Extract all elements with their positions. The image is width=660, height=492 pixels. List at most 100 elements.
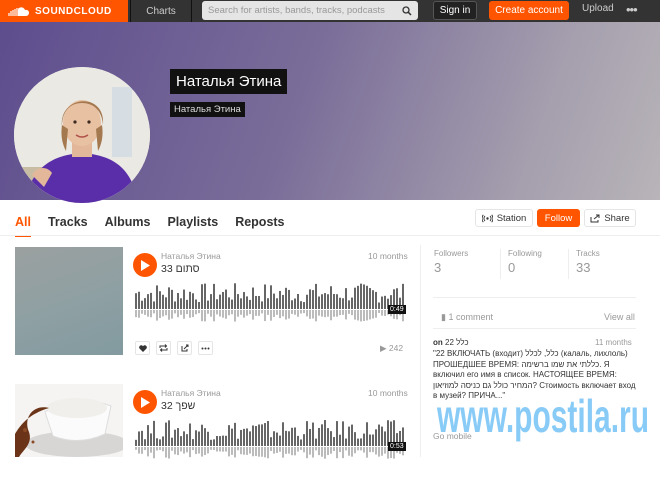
waveform-bar [201, 424, 203, 446]
stat-tracks[interactable]: Tracks 33 [576, 249, 600, 275]
share-button[interactable]: Share [584, 209, 636, 227]
waveform-reflection [357, 310, 359, 321]
logo-text: SOUNDCLOUD [35, 5, 112, 17]
waveform-reflection [336, 310, 338, 317]
waveform-bar [156, 438, 158, 446]
tab-albums[interactable]: Albums [105, 215, 151, 237]
waveform[interactable] [135, 420, 407, 460]
waveform-reflection [300, 310, 302, 314]
waveform-bar [198, 301, 200, 309]
view-all-link[interactable]: View all [604, 312, 635, 322]
waveform-reflection [345, 447, 347, 451]
waveform-bar [231, 299, 233, 309]
waveform-bar [186, 299, 188, 309]
more-track-button[interactable] [198, 341, 213, 355]
waveform-bar [249, 431, 251, 446]
waveform-bar [363, 433, 365, 446]
track-user[interactable]: Наталья Этина [161, 251, 221, 261]
waveform-bar [171, 437, 173, 446]
waveform-reflection [246, 310, 248, 316]
play-button[interactable] [133, 390, 157, 414]
search-icon[interactable] [402, 5, 412, 16]
avatar[interactable] [14, 67, 150, 203]
waveform-reflection [381, 447, 383, 456]
waveform-bar [162, 436, 164, 446]
waveform-bar [255, 295, 257, 309]
track-title[interactable]: 32 שפך [161, 400, 195, 412]
create-account-button[interactable]: Create account [489, 1, 569, 20]
tab-reposts[interactable]: Reposts [235, 215, 284, 237]
waveform-bar [321, 424, 323, 446]
follow-button[interactable]: Follow [537, 209, 580, 227]
search-input[interactable]: Search for artists, bands, tracks, podca… [202, 1, 418, 20]
waveform-reflection [354, 447, 356, 454]
waveform-bar [174, 429, 176, 446]
waveform-reflection [363, 447, 365, 453]
waveform-reflection [366, 310, 368, 321]
waveform-reflection [237, 310, 239, 317]
waveform-bar [285, 287, 287, 309]
waveform-bar [210, 439, 212, 446]
waveform-reflection [276, 447, 278, 454]
waveform-reflection [138, 447, 140, 454]
station-button[interactable]: Station [475, 209, 533, 227]
track-artwork[interactable] [15, 384, 129, 492]
stat-following[interactable]: Following 0 [508, 249, 542, 275]
waveform-reflection [279, 447, 281, 452]
waveform-reflection [174, 310, 176, 314]
waveform-bar [306, 294, 308, 309]
signin-button[interactable]: Sign in [433, 1, 477, 20]
waveform-bar [369, 434, 371, 446]
repost-button[interactable] [156, 341, 171, 355]
waveform-reflection [171, 310, 173, 319]
cloud-icon [8, 6, 30, 16]
more-menu-icon[interactable]: ••• [626, 2, 638, 17]
waveform-reflection [228, 447, 230, 457]
waveform-bar [195, 430, 197, 446]
waveform-reflection [225, 447, 227, 452]
track-artwork[interactable] [15, 247, 123, 355]
waveform-reflection [243, 447, 245, 455]
waveform-bar [144, 439, 146, 446]
heart-icon [138, 344, 147, 352]
waveform-reflection [282, 447, 284, 458]
waveform-reflection [276, 310, 278, 315]
waveform-reflection [159, 447, 161, 450]
like-button[interactable] [135, 341, 150, 355]
waveform-bar [141, 300, 143, 309]
waveform-reflection [243, 310, 245, 318]
soundcloud-logo[interactable]: SOUNDCLOUD [0, 0, 128, 22]
track-title[interactable]: 33 סתום [161, 263, 200, 275]
waveform-reflection [252, 447, 254, 457]
waveform-bar [303, 302, 305, 309]
waveform-bar [243, 292, 245, 309]
waveform-bar [354, 287, 356, 309]
upload-link[interactable]: Upload [582, 3, 614, 14]
waveform-bar [168, 420, 170, 446]
waveform-bar [357, 438, 359, 446]
profile-realname: Наталья Этина [170, 102, 245, 117]
nav-charts[interactable]: Charts [130, 0, 192, 22]
stat-followers[interactable]: Followers 3 [434, 249, 468, 275]
waveform[interactable] [135, 283, 407, 323]
track-user[interactable]: Наталья Этина [161, 388, 221, 398]
waveform-bar [333, 293, 335, 309]
tab-all[interactable]: All [15, 215, 31, 237]
waveform-reflection [348, 310, 350, 314]
waveform-reflection [144, 447, 146, 451]
waveform-reflection [210, 447, 212, 450]
share-track-button[interactable] [177, 341, 192, 355]
waveform-bar [252, 287, 254, 309]
waveform-bar [141, 430, 143, 446]
tab-tracks[interactable]: Tracks [48, 215, 88, 237]
play-button[interactable] [133, 253, 157, 277]
waveform-bar [219, 436, 221, 446]
waveform-reflection [234, 447, 236, 458]
waveform-reflection [258, 447, 260, 457]
waveform-reflection [198, 447, 200, 454]
waveform-reflection [153, 310, 155, 314]
tab-playlists[interactable]: Playlists [167, 215, 218, 237]
waveform-bar [285, 430, 287, 446]
waveform-bar [210, 294, 212, 309]
comment-track-link[interactable]: 22 כלל [445, 338, 469, 347]
